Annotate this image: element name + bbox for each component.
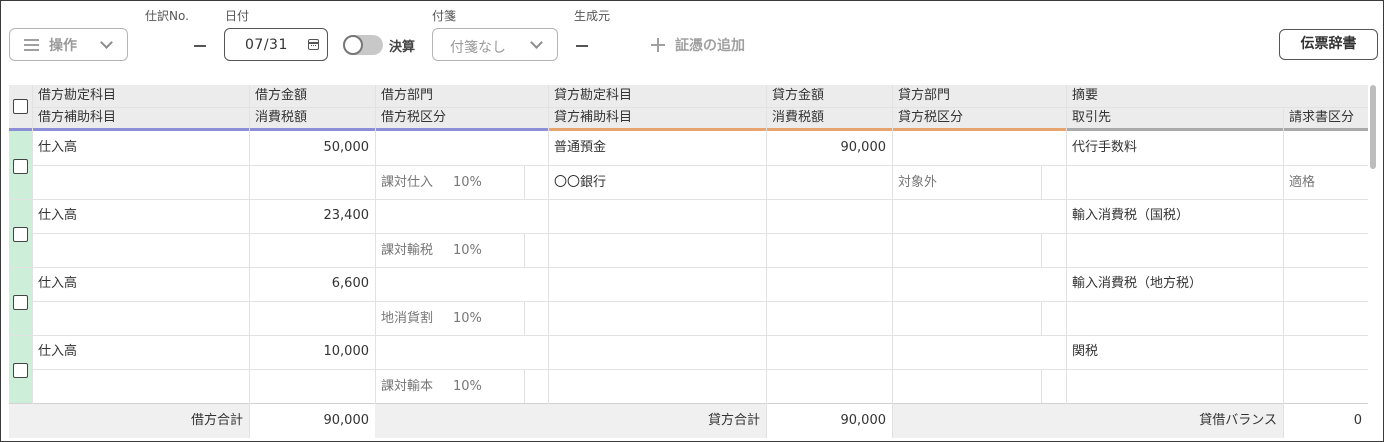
divider — [892, 85, 893, 438]
divider — [524, 301, 525, 335]
debit-tax-class-cell[interactable]: 課対輸税 — [375, 234, 447, 267]
header-debit-account[interactable]: 借方勘定科目 — [32, 85, 249, 107]
header-debit-tax[interactable]: 消費税額 — [249, 107, 375, 129]
credit-amount-cell[interactable]: 90,000 — [766, 131, 892, 164]
invoice-class-cell[interactable]: 適格 — [1283, 166, 1368, 199]
divider — [524, 233, 525, 267]
closing-label: 決算 — [389, 40, 416, 55]
debit-tax-rate-cell[interactable]: 10% — [447, 166, 524, 199]
divider — [1041, 301, 1042, 335]
row-checkbox[interactable] — [13, 295, 28, 310]
credit-tax-class-cell[interactable]: 対象外 — [892, 166, 964, 199]
debit-total-label: 借方合計 — [190, 413, 243, 428]
debit-tax-class-cell[interactable]: 課対輸本 — [375, 370, 447, 403]
divider — [1041, 233, 1042, 267]
credit-total-value: 90,000 — [840, 413, 887, 428]
row-checkbox[interactable] — [13, 363, 28, 378]
header-credit-tax-class[interactable]: 貸方税区分 — [892, 107, 1066, 129]
divider — [1041, 369, 1042, 403]
divider — [32, 301, 1368, 302]
journal-entry-panel: 操作 仕訳No. 日付 07/31 決算 付箋 付箋なし 生成元 証憑の追加 伝… — [0, 0, 1384, 442]
voucher-dictionary-button[interactable]: 伝票辞書 — [1279, 29, 1378, 60]
debit-amount-cell[interactable]: 6,600 — [249, 267, 375, 300]
calendar-icon[interactable] — [308, 39, 319, 50]
operations-menu-button[interactable]: 操作 — [9, 28, 128, 61]
debit-account-cell[interactable]: 仕入高 — [32, 267, 249, 300]
summary-cell[interactable]: 輸入消費税（地方税） — [1066, 267, 1368, 300]
journal-table: 借方勘定科目 借方金額 借方部門 貸方勘定科目 貸方金額 貸方部門 摘要 借方補… — [9, 85, 1368, 438]
summary-cell[interactable]: 代行手数料 — [1066, 131, 1368, 164]
date-value: 07/31 — [245, 37, 288, 53]
debit-amount-cell[interactable]: 50,000 — [249, 131, 375, 164]
tag-select[interactable]: 付箋なし — [432, 28, 558, 61]
credit-sub-cell[interactable]: 〇〇銀行 — [548, 166, 766, 199]
header-credit-tax[interactable]: 消費税額 — [766, 107, 892, 129]
tag-value: 付箋なし — [450, 40, 506, 56]
source-value — [576, 45, 588, 47]
credit-account-cell[interactable]: 普通預金 — [548, 131, 766, 164]
debit-amount-cell[interactable]: 10,000 — [249, 335, 375, 368]
debit-account-cell[interactable]: 仕入高 — [32, 131, 249, 164]
scrollbar-thumb[interactable] — [1370, 85, 1376, 169]
select-all-checkbox[interactable] — [13, 99, 28, 114]
balance-label: 貸借バランス — [1199, 413, 1277, 428]
divider — [32, 233, 1368, 234]
divider — [1041, 165, 1042, 199]
closing-toggle[interactable] — [343, 35, 383, 55]
debit-amount-cell[interactable]: 23,400 — [249, 199, 375, 232]
balance-value: 0 — [1353, 413, 1362, 428]
source-label: 生成元 — [574, 9, 611, 23]
header-credit-account[interactable]: 貸方勘定科目 — [548, 85, 766, 107]
divider — [32, 369, 1368, 370]
header-debit-dept[interactable]: 借方部門 — [375, 85, 548, 107]
toggle-knob — [343, 35, 363, 55]
header-debit-sub[interactable]: 借方補助科目 — [32, 107, 249, 129]
debit-total-value: 90,000 — [323, 413, 370, 428]
chevron-down-icon — [100, 36, 113, 49]
date-label: 日付 — [225, 9, 250, 23]
hamburger-icon — [24, 36, 39, 54]
chevron-down-icon — [530, 36, 543, 49]
debit-account-cell[interactable]: 仕入高 — [32, 199, 249, 232]
credit-total-label: 貸方合計 — [707, 413, 760, 428]
header-credit-amount[interactable]: 貸方金額 — [766, 85, 892, 107]
date-input[interactable]: 07/31 — [224, 28, 328, 61]
header-invoice-class[interactable]: 請求書区分 — [1283, 107, 1368, 129]
header-credit-sub[interactable]: 貸方補助科目 — [548, 107, 766, 129]
header-debit-tax-class[interactable]: 借方税区分 — [375, 107, 548, 129]
debit-tax-rate-cell[interactable]: 10% — [447, 234, 524, 267]
add-voucher-button[interactable]: 証憑の追加 — [651, 35, 745, 55]
row-checkbox[interactable] — [13, 227, 28, 242]
journal-no-value — [194, 45, 206, 47]
header-debit-amount[interactable]: 借方金額 — [249, 85, 375, 107]
operations-label: 操作 — [49, 37, 77, 54]
debit-account-cell[interactable]: 仕入高 — [32, 335, 249, 368]
debit-tax-rate-cell[interactable]: 10% — [447, 370, 524, 403]
row-checkbox[interactable] — [13, 159, 28, 174]
add-voucher-label: 証憑の追加 — [675, 38, 745, 54]
summary-cell[interactable]: 関税 — [1066, 335, 1368, 368]
header-partner[interactable]: 取引先 — [1066, 107, 1283, 129]
divider — [524, 369, 525, 403]
summary-cell[interactable]: 輸入消費税（国税） — [1066, 199, 1368, 232]
journal-no-label: 仕訳No. — [145, 9, 189, 23]
header-credit-dept[interactable]: 貸方部門 — [892, 85, 1066, 107]
debit-tax-rate-cell[interactable]: 10% — [447, 302, 524, 335]
debit-tax-class-cell[interactable]: 課対仕入 — [375, 166, 447, 199]
debit-tax-class-cell[interactable]: 地消貨割 — [375, 302, 447, 335]
divider — [524, 165, 525, 199]
plus-icon — [651, 38, 665, 52]
tag-label: 付箋 — [432, 9, 457, 23]
header-summary[interactable]: 摘要 — [1066, 85, 1368, 107]
